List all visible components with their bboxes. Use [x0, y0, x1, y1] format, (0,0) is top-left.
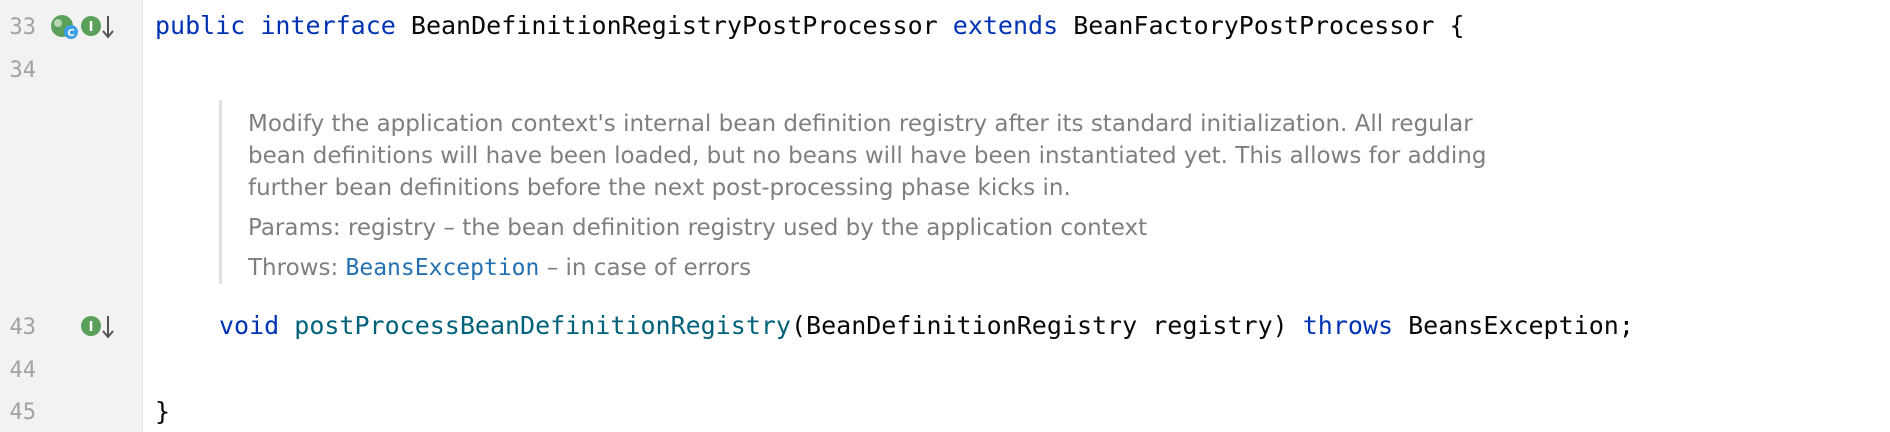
code-line-45[interactable]: }	[155, 394, 170, 430]
beans-exception-link[interactable]: BeansException	[346, 255, 540, 281]
keyword-public: public	[155, 11, 246, 40]
params-text: registry – the bean definition registry …	[347, 215, 1148, 241]
implementations-icon[interactable]: C	[51, 15, 78, 39]
code-line-43[interactable]: void postProcessBeanDefinitionRegistry(B…	[219, 308, 1634, 344]
method-params: (BeanDefinitionRegistry registry)	[790, 311, 1303, 340]
javadoc-throws: Throws: BeansException – in case of erro…	[248, 252, 1548, 284]
throws-text: – in case of errors	[546, 255, 752, 281]
editor-gutter: 33 34 43 44 45 C I I	[0, 0, 143, 432]
implemented-interface-icon[interactable]: I	[81, 16, 101, 36]
line-number-45: 45	[9, 400, 37, 425]
close-brace: }	[155, 397, 171, 426]
line-43-gutter-icons: I	[81, 316, 114, 339]
svg-text:I: I	[89, 20, 94, 35]
parent-interface-name[interactable]: BeanFactoryPostProcessor	[1073, 11, 1434, 40]
navigate-down-arrow-icon[interactable]	[102, 316, 114, 339]
svg-text:C: C	[67, 28, 74, 39]
open-brace: {	[1449, 11, 1465, 40]
javadoc-params: Params: registry – the bean definition r…	[248, 212, 1548, 244]
code-line-33[interactable]: public interface BeanDefinitionRegistryP…	[155, 8, 1465, 44]
params-label: Params:	[248, 215, 341, 241]
implemented-method-icon[interactable]: I	[81, 316, 101, 336]
line-number-33: 33	[9, 15, 37, 40]
throws-label: Throws:	[248, 255, 339, 281]
thrown-exception[interactable]: BeansException;	[1393, 311, 1634, 340]
keyword-interface: interface	[260, 11, 396, 40]
javadoc-description: Modify the application context's interna…	[248, 111, 1487, 201]
rendered-javadoc: Modify the application context's interna…	[219, 100, 1548, 284]
interface-name[interactable]: BeanDefinitionRegistryPostProcessor	[411, 11, 938, 40]
line-number-34: 34	[9, 58, 37, 83]
method-name[interactable]: postProcessBeanDefinitionRegistry	[294, 311, 791, 340]
keyword-throws: throws	[1302, 311, 1394, 340]
line-number-43: 43	[9, 315, 37, 340]
line-number-44: 44	[9, 358, 37, 383]
navigate-down-arrow-icon[interactable]	[102, 16, 114, 39]
svg-text:I: I	[89, 320, 94, 335]
keyword-extends: extends	[952, 11, 1059, 40]
keyword-void: void	[219, 311, 280, 340]
line-33-gutter-icons: C I	[51, 15, 114, 39]
